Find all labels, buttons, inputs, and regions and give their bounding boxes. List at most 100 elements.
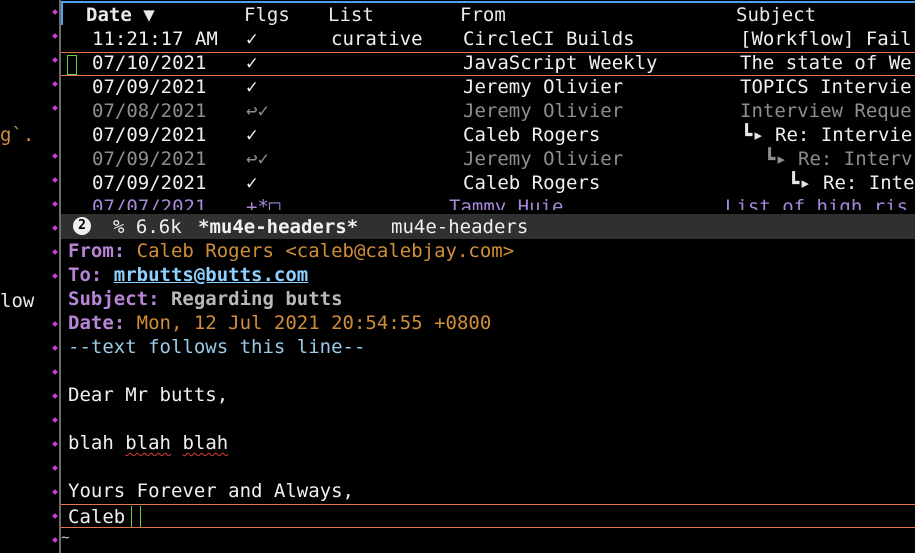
left-text-fragment-top: g`. bbox=[0, 124, 35, 146]
fringe-marker bbox=[52, 9, 58, 15]
message-flags: ✓ bbox=[246, 76, 258, 98]
body-closing[interactable]: Yours Forever and Always, bbox=[68, 480, 354, 502]
message-from: Jeremy Olivier bbox=[463, 76, 624, 98]
fringe-tilde: ~ bbox=[61, 530, 70, 546]
text-cursor bbox=[131, 506, 141, 527]
fringe-marker bbox=[52, 273, 58, 279]
subject-line: Subject: Regarding butts bbox=[68, 288, 343, 310]
fringe-marker bbox=[52, 393, 58, 399]
message-from: Jeremy Olivier bbox=[463, 100, 624, 122]
thread-reply-icon: ┗▸ bbox=[788, 172, 811, 194]
fringe-marker bbox=[52, 537, 58, 543]
message-row[interactable]: 07/09/2021 ✓ Caleb Rogers ┗▸ Re: Intervi… bbox=[61, 124, 915, 148]
message-list: curative bbox=[331, 28, 423, 50]
message-date: 07/09/2021 bbox=[92, 76, 207, 98]
message-flags: ✓ bbox=[246, 124, 258, 146]
message-subject: Re: Intervie bbox=[775, 124, 913, 146]
column-header-bar: Date ▼ Flgs List From Subject bbox=[61, 1, 915, 26]
from-value[interactable]: Caleb Rogers <caleb@calebjay.com> bbox=[137, 240, 515, 262]
mode-line: 2 % 6.6k *mu4e-headers* mu4e-headers bbox=[61, 214, 915, 239]
left-window-fragment: g`. low bbox=[0, 0, 58, 553]
message-flags: ✓ bbox=[246, 52, 258, 74]
subject-value[interactable]: Regarding butts bbox=[171, 288, 343, 310]
fringe-marker bbox=[52, 225, 58, 231]
message-row[interactable]: 11:21:17 AM ✓ curative CircleCI Builds [… bbox=[61, 28, 915, 52]
misspelled-word[interactable]: blah bbox=[182, 432, 228, 454]
message-from: Jeremy Olivier bbox=[463, 148, 624, 170]
date-line: Date: Mon, 12 Jul 2021 20:54:55 +0800 bbox=[68, 312, 491, 334]
body-signature[interactable]: Caleb bbox=[68, 506, 125, 528]
body-text-line[interactable]: blah blah blah bbox=[68, 432, 228, 454]
message-flags: +*□ bbox=[246, 196, 281, 210]
fringe-marker bbox=[52, 105, 58, 111]
thread-reply-icon: ┗▸ bbox=[741, 124, 764, 146]
message-flags: ✓ bbox=[246, 172, 258, 194]
from-line: From: Caleb Rogers <caleb@calebjay.com> bbox=[68, 240, 514, 262]
message-row-read[interactable]: 07/09/2021 ↩✓ Jeremy Olivier ┗▸ Re: Inte… bbox=[61, 148, 915, 172]
message-subject: Re: Inte bbox=[823, 172, 915, 194]
message-from: CircleCI Builds bbox=[463, 28, 635, 50]
message-row-partial[interactable]: 07/07/2021 +*□ Tammy Huie List of high r… bbox=[61, 196, 915, 210]
message-date: 07/08/2021 bbox=[92, 100, 207, 122]
body-separator: --text follows this line-- bbox=[68, 336, 366, 358]
fringe-marker bbox=[52, 345, 58, 351]
message-subject: List of high ris bbox=[725, 196, 909, 210]
message-date: 11:21:17 AM bbox=[92, 28, 218, 50]
message-row[interactable]: 07/09/2021 ✓ Jeremy Olivier TOPICS Inter… bbox=[61, 76, 915, 100]
fringe-marker bbox=[52, 441, 58, 447]
thread-reply-icon: ┗▸ bbox=[764, 148, 787, 170]
message-subject: The state of We bbox=[740, 52, 912, 74]
date-label: Date: bbox=[68, 312, 126, 334]
message-date: 07/07/2021 bbox=[92, 196, 207, 210]
message-row[interactable]: 07/09/2021 ✓ Caleb Rogers ┗▸ Re: Inte bbox=[61, 172, 915, 196]
column-list[interactable]: List bbox=[328, 4, 374, 26]
column-flags[interactable]: Flgs bbox=[244, 4, 290, 26]
fringe-marker bbox=[52, 57, 58, 63]
fringe-marker bbox=[52, 33, 58, 39]
current-line[interactable]: Caleb bbox=[61, 504, 915, 528]
fringe-marker bbox=[52, 201, 58, 207]
message-from: Caleb Rogers bbox=[463, 172, 601, 194]
message-from: JavaScript Weekly bbox=[463, 52, 658, 74]
window-number-badge: 2 bbox=[73, 217, 91, 235]
message-subject: TOPICS Intervie bbox=[740, 76, 912, 98]
buffer-status: % 6.6k bbox=[113, 216, 182, 238]
fringe-marker bbox=[52, 417, 58, 423]
message-subject: Interview Reque bbox=[740, 100, 912, 122]
message-subject: Re: Interv bbox=[798, 148, 913, 170]
column-subject[interactable]: Subject bbox=[736, 4, 816, 26]
point-cursor bbox=[67, 55, 77, 75]
message-flags: ✓ bbox=[246, 28, 258, 50]
column-from[interactable]: From bbox=[460, 4, 506, 26]
to-line: To: mrbutts@butts.com bbox=[68, 264, 308, 286]
major-mode[interactable]: mu4e-headers bbox=[391, 216, 528, 238]
message-subject: [Workflow] Fail bbox=[740, 28, 912, 50]
message-flags: ↩✓ bbox=[246, 148, 269, 170]
subject-label: Subject: bbox=[68, 288, 160, 310]
body-word: blah bbox=[68, 432, 114, 454]
message-date: 07/09/2021 bbox=[92, 124, 207, 146]
message-row-selected[interactable]: 07/10/2021 ✓ JavaScript Weekly The state… bbox=[61, 52, 915, 76]
message-date: 07/10/2021 bbox=[92, 52, 207, 74]
to-label: To: bbox=[68, 264, 103, 286]
to-address-link[interactable]: mrbutts@butts.com bbox=[114, 264, 308, 286]
from-label: From: bbox=[68, 240, 126, 262]
misspelled-word[interactable]: blah bbox=[125, 432, 171, 454]
message-date: 07/09/2021 bbox=[92, 172, 207, 194]
message-row-read[interactable]: 07/08/2021 ↩✓ Jeremy Olivier Interview R… bbox=[61, 100, 915, 124]
message-from: Tammy Huie bbox=[449, 196, 564, 210]
fringe-marker bbox=[52, 489, 58, 495]
compose-window[interactable]: From: Caleb Rogers <caleb@calebjay.com> … bbox=[61, 239, 915, 553]
fringe-marker bbox=[52, 153, 58, 159]
fringe-marker bbox=[52, 369, 58, 375]
mu4e-headers-window: Date ▼ Flgs List From Subject 11:21:17 A… bbox=[61, 0, 915, 210]
column-date[interactable]: Date ▼ bbox=[86, 4, 155, 26]
message-flags: ↩✓ bbox=[246, 100, 269, 122]
fringe-marker bbox=[52, 177, 58, 183]
fringe-marker bbox=[52, 249, 58, 255]
body-greeting[interactable]: Dear Mr butts, bbox=[68, 384, 228, 406]
buffer-name[interactable]: *mu4e-headers* bbox=[198, 216, 358, 238]
fringe-marker bbox=[52, 321, 58, 327]
date-value: Mon, 12 Jul 2021 20:54:55 +0800 bbox=[136, 312, 492, 334]
fringe-marker bbox=[52, 81, 58, 87]
